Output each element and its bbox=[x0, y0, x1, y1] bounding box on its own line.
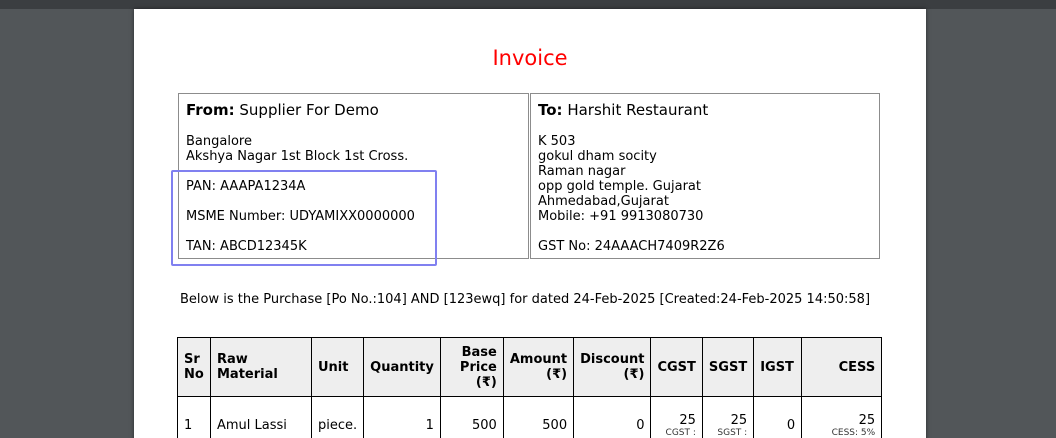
to-name: Harshit Restaurant bbox=[567, 101, 709, 119]
to-address-line: Raman nagar bbox=[538, 164, 626, 179]
cell-discount: 0 bbox=[573, 396, 652, 438]
to-address-line: K 503 bbox=[538, 134, 576, 149]
col-sgst: SGST bbox=[701, 337, 755, 397]
col-quantity: Quantity bbox=[363, 337, 441, 397]
from-name: Supplier For Demo bbox=[239, 101, 379, 119]
col-unit: Unit bbox=[310, 337, 365, 397]
to-gst: GST No: 24AAACH7409R2Z6 bbox=[538, 239, 725, 254]
col-igst: IGST bbox=[753, 337, 803, 397]
to-address-box: To: Harshit Restaurant K 503 gokul dham … bbox=[530, 93, 880, 259]
col-base-price: Base Price (₹) bbox=[439, 337, 504, 397]
from-heading: From: Supplier For Demo bbox=[186, 101, 379, 119]
to-label: To: bbox=[538, 101, 563, 119]
table-header-row: Sr No Raw Material Unit Quantity Base Price… bbox=[177, 337, 883, 397]
col-amount: Amount (₹) bbox=[502, 337, 575, 397]
highlight-box bbox=[171, 170, 437, 266]
col-cgst: CGST bbox=[650, 337, 703, 397]
cgst-label: CGST : bbox=[665, 427, 696, 438]
cell-igst: 0 bbox=[753, 396, 803, 438]
col-cess: CESS bbox=[801, 337, 883, 397]
items-table: Sr No Raw Material Unit Quantity Base Price… bbox=[177, 337, 883, 438]
to-mobile: Mobile: +91 9913080730 bbox=[538, 209, 704, 224]
to-address-line: gokul dham socity bbox=[538, 149, 657, 164]
sgst-value: 25 bbox=[730, 412, 748, 428]
table-row: 1 Amul Lassi piece. 1 500 500 0 25 CGST … bbox=[177, 396, 883, 438]
purchase-summary: Below is the Purchase [Po No.:104] AND [… bbox=[180, 292, 871, 307]
cell-cgst: 25 CGST : bbox=[650, 396, 703, 438]
to-address-line: Ahmedabad,Gujarat bbox=[538, 194, 669, 209]
col-sr-no: Sr No bbox=[177, 337, 211, 397]
to-heading: To: Harshit Restaurant bbox=[538, 101, 708, 119]
col-raw-material: Raw Material bbox=[210, 337, 312, 397]
cell-sgst: 25 SGST : bbox=[701, 396, 755, 438]
cell-amount: 500 bbox=[502, 396, 575, 438]
cess-label: CESS: 5% bbox=[831, 427, 876, 438]
cell-sr: 1 bbox=[177, 396, 211, 438]
invoice-page: Invoice From: Supplier For Demo Bangalor… bbox=[134, 9, 926, 438]
cgst-value: 25 bbox=[679, 412, 696, 428]
cell-raw-material: Amul Lassi bbox=[210, 396, 312, 438]
invoice-title: Invoice bbox=[492, 46, 568, 70]
from-label: From: bbox=[186, 101, 235, 119]
cell-unit: piece. bbox=[310, 396, 365, 438]
from-address-line: Bangalore bbox=[186, 134, 252, 149]
viewer-toolbar-edge bbox=[0, 0, 1056, 9]
pdf-viewer: Invoice From: Supplier For Demo Bangalor… bbox=[0, 0, 1056, 438]
col-discount: Discount (₹) bbox=[573, 337, 652, 397]
cell-quantity: 1 bbox=[363, 396, 441, 438]
sgst-label: SGST : bbox=[717, 427, 748, 438]
cell-cess: 25 CESS: 5% bbox=[801, 396, 883, 438]
from-address-line: Akshya Nagar 1st Block 1st Cross. bbox=[186, 149, 409, 164]
cess-value: 25 bbox=[858, 412, 876, 428]
to-address-line: opp gold temple. Gujarat bbox=[538, 179, 701, 194]
cell-base-price: 500 bbox=[439, 396, 504, 438]
